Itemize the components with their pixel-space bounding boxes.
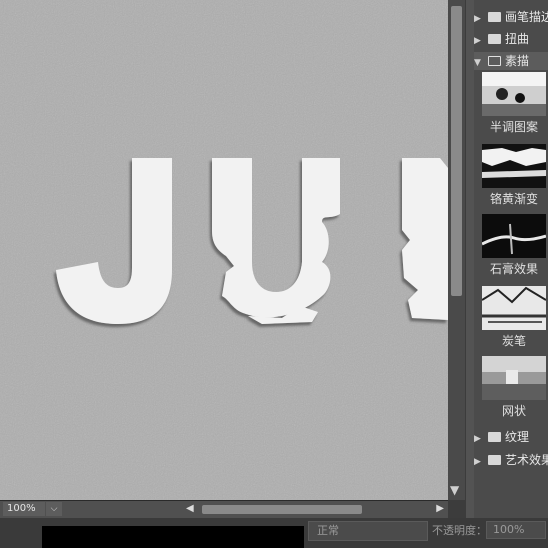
category-texture[interactable]: ▶ 纹理 <box>474 428 529 446</box>
category-label: 纹理 <box>505 430 530 444</box>
open-folder-icon <box>488 56 501 66</box>
zoom-dropdown-chevron-icon[interactable]: ⌵ <box>46 502 62 516</box>
status-bar: 100% ⌵ ◀ ▶ <box>0 500 448 518</box>
preview-panel <box>42 526 304 548</box>
opacity-label: 不透明度： <box>432 524 487 537</box>
charcoal-preview <box>482 286 546 330</box>
document-canvas[interactable] <box>0 0 448 500</box>
filter-label: 石膏效果 <box>489 262 538 276</box>
expand-triangle-icon: ▶ <box>474 36 481 46</box>
vertical-scrollbar[interactable]: ▼ <box>448 0 465 500</box>
letter-u <box>212 158 340 324</box>
category-sketch[interactable]: ▼ 素描 <box>474 52 548 70</box>
embossed-letters <box>56 158 448 324</box>
chrome-preview <box>482 144 546 188</box>
expand-triangle-icon: ▶ <box>474 434 481 444</box>
category-label: 素描 <box>505 54 530 68</box>
filter-thumb-charcoal[interactable]: 炭笔 <box>482 286 546 349</box>
plaster-preview <box>482 214 546 258</box>
letter-j <box>56 158 172 324</box>
filter-thumb-halftone-pattern[interactable]: 半调图案 <box>482 72 546 135</box>
folder-icon <box>488 12 501 22</box>
category-artistic[interactable]: ▶ 艺术效果 <box>474 451 548 469</box>
filter-label: 网状 <box>501 404 526 418</box>
folder-icon <box>488 455 501 465</box>
folder-icon <box>488 34 501 44</box>
vertical-scroll-thumb[interactable] <box>451 6 462 296</box>
filter-thumb-reticulation[interactable]: 网状 <box>482 356 546 419</box>
category-label: 画笔描边 <box>505 10 548 24</box>
category-distort[interactable]: ▶ 扭曲 <box>474 30 529 48</box>
category-label: 艺术效果 <box>505 453 548 467</box>
opacity-input[interactable]: 100% <box>486 521 546 539</box>
horizontal-scrollbar[interactable]: ◀ ▶ <box>186 503 446 516</box>
blend-mode-select[interactable]: 正常 <box>308 521 428 541</box>
folder-icon <box>488 432 501 442</box>
filter-label: 铬黄渐变 <box>489 192 538 206</box>
category-label: 扭曲 <box>505 32 530 46</box>
zoom-level-field[interactable]: 100% <box>3 502 45 516</box>
category-brush-strokes[interactable]: ▶ 画笔描边 <box>474 8 548 26</box>
filter-thumb-plaster[interactable]: 石膏效果 <box>482 214 546 277</box>
letter-n <box>402 158 448 320</box>
filter-thumb-chrome[interactable]: 铬黄渐变 <box>482 144 546 207</box>
scroll-down-arrow-icon[interactable]: ▼ <box>450 483 459 497</box>
reticulation-preview <box>482 356 546 400</box>
expand-triangle-icon: ▶ <box>474 14 481 24</box>
horizontal-scroll-thumb[interactable] <box>202 505 362 514</box>
expand-triangle-icon: ▶ <box>474 457 481 467</box>
scroll-right-arrow-icon[interactable]: ▶ <box>436 503 444 514</box>
halftone-pattern-preview <box>482 72 546 116</box>
filter-label: 半调图案 <box>489 120 538 134</box>
collapse-triangle-icon: ▼ <box>474 58 481 68</box>
scroll-left-arrow-icon[interactable]: ◀ <box>186 503 194 514</box>
filter-label: 炭笔 <box>501 334 526 348</box>
